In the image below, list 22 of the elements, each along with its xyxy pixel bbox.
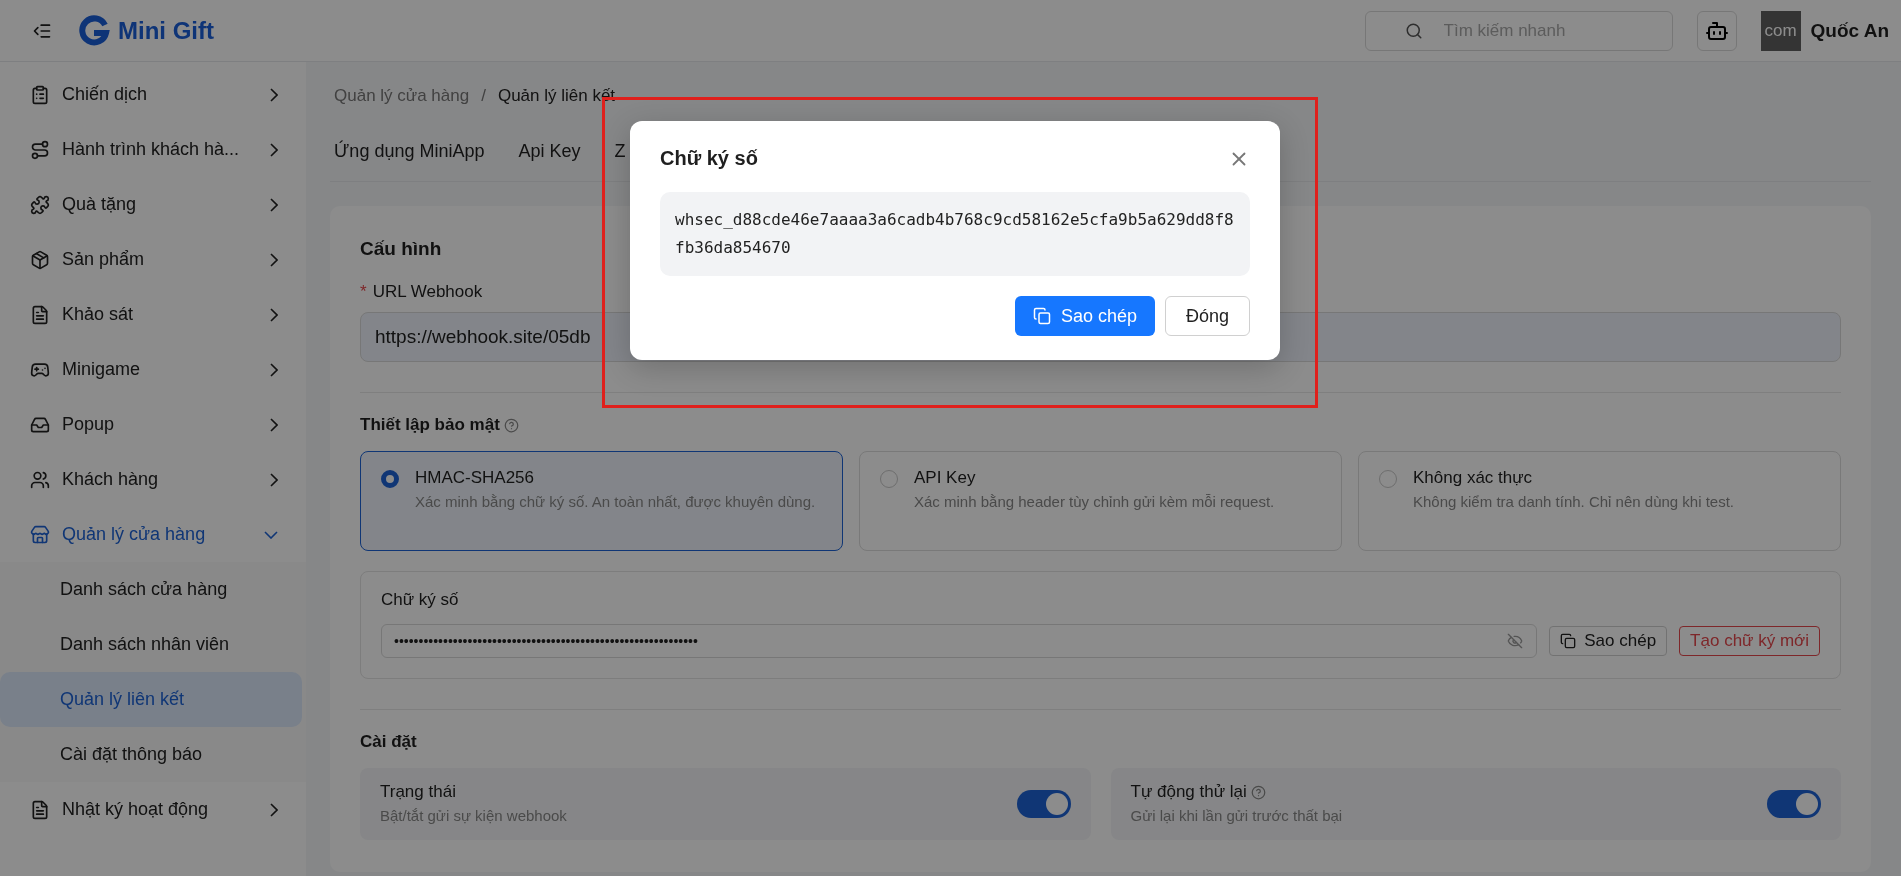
brand-name: Mini Gift (118, 16, 214, 45)
option-title: HMAC-SHA256 (415, 468, 536, 488)
option-title: Không xác thực (1413, 468, 1534, 488)
option-description: Xác minh bằng header tùy chỉnh gửi kèm mỗi request. (914, 492, 1275, 512)
option-description: Xác minh bằng chữ ký số. An toàn nhất, được khuyên dùng. (415, 492, 816, 512)
section-title: Cấu hình (360, 238, 442, 260)
section-title: Cài đặt (360, 732, 417, 752)
user-name: Quốc An (1810, 19, 1889, 42)
required-mark: * (360, 282, 367, 302)
breadcrumb-separator: / (481, 86, 486, 107)
section-title: Thiết lập bảo mật (360, 415, 500, 435)
setting-title: Trạng thái (380, 782, 456, 803)
avatar: com (1760, 10, 1801, 51)
option-title: API Key (914, 468, 977, 488)
field-label: URL Webhook (372, 282, 483, 302)
modal-title: Chữ ký số (660, 147, 758, 170)
setting-title: Tự động thử lại (1130, 782, 1247, 803)
setting-description: Gửi lại khi lần gửi trước thất bại (1130, 806, 1343, 826)
option-description: Không kiểm tra danh tính. Chỉ nên dùng khi test. (1413, 492, 1735, 512)
field-label: Chữ ký số (381, 590, 459, 610)
signature-code: whsec_d88cde46e7aaaa3a6cadb4b768c9cd58162e5cfa9b5a629dd8f8fb36da854670 (660, 192, 1250, 276)
setting-description: Bật/tắt gửi sự kiện webhook (380, 806, 567, 826)
